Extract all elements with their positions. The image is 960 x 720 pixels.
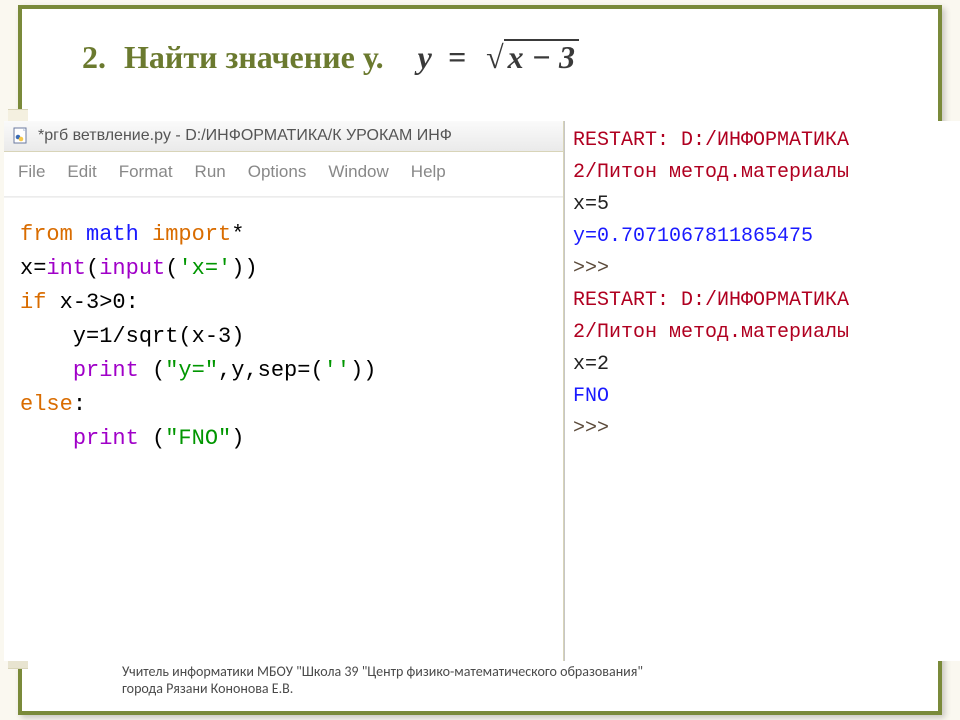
menu-format[interactable]: Format (119, 162, 173, 182)
menu-edit[interactable]: Edit (67, 162, 96, 182)
footer-line1: Учитель информатики МБОУ "Школа 39 "Цент… (122, 663, 643, 680)
editor-title: *ргб ветвление.py - D:/ИНФОРМАТИКА/К УРО… (38, 127, 452, 145)
menu-file[interactable]: File (18, 162, 45, 182)
shell-restart-line: RESTART: D:/ИНФОРМАТИКА (573, 285, 960, 317)
shell-restart-line: RESTART: D:/ИНФОРМАТИКА (573, 125, 960, 157)
editor-menubar: File Edit Format Run Options Window Help (4, 152, 563, 197)
menu-options[interactable]: Options (248, 162, 307, 182)
shell-input-echo: x=5 (573, 189, 960, 221)
sqrt-expression: √x − 3 (482, 39, 575, 76)
shell-output: FNO (573, 381, 960, 413)
footer-line2: города Рязани Кононова Е.В. (122, 680, 643, 697)
menu-help[interactable]: Help (411, 162, 446, 182)
slide-frame: 2. Найти значение у. y = √x − 3 *ргб вет… (18, 5, 942, 715)
menu-run[interactable]: Run (195, 162, 226, 182)
shell-input-echo: x=2 (573, 349, 960, 381)
shell-prompt: >>> (573, 253, 960, 285)
menu-window[interactable]: Window (328, 162, 388, 182)
heading-number: 2. (82, 39, 116, 76)
idle-shell-output[interactable]: RESTART: D:/ИНФОРМАТИКА 2/Питон метод.ма… (564, 121, 960, 661)
shell-output: y=0.7071067811865475 (573, 221, 960, 253)
sqrt-icon: √ (486, 39, 504, 75)
shell-restart-line: 2/Питон метод.материалы (573, 317, 960, 349)
shell-restart-line: 2/Питон метод.материалы (573, 157, 960, 189)
python-file-icon (12, 127, 30, 145)
shell-prompt: >>> (573, 413, 960, 445)
code-editor[interactable]: from math import* x=int(input('x=')) if … (4, 197, 563, 661)
slide-heading: 2. Найти значение у. y = √x − 3 (22, 9, 938, 94)
idle-editor-window: *ргб ветвление.py - D:/ИНФОРМАТИКА/К УРО… (4, 121, 564, 661)
heading-text: Найти значение у. (124, 39, 384, 75)
editor-titlebar: *ргб ветвление.py - D:/ИНФОРМАТИКА/К УРО… (4, 121, 563, 152)
slide-footer: Учитель информатики МБОУ "Школа 39 "Цент… (122, 663, 643, 697)
heading-formula: y = √x − 3 (418, 39, 575, 75)
content-panels: *ргб ветвление.py - D:/ИНФОРМАТИКА/К УРО… (4, 121, 960, 661)
